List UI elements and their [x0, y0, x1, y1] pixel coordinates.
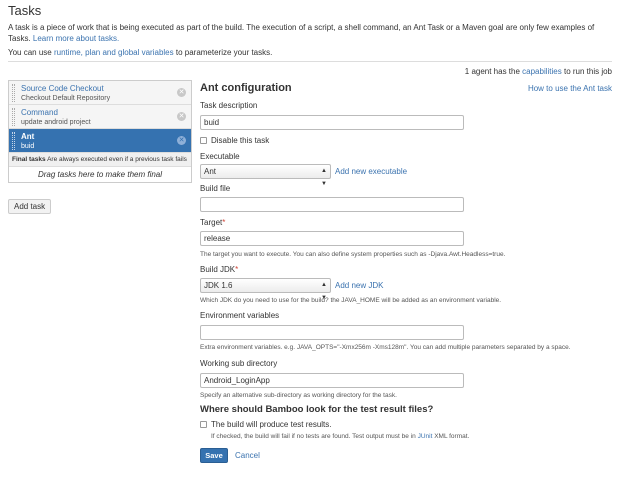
target-input[interactable]: release — [200, 231, 464, 246]
disable-task-label[interactable]: Disable this task — [211, 136, 269, 145]
drag-handle-icon[interactable] — [12, 84, 15, 102]
required-mark: * — [222, 218, 226, 227]
target-help-text: The target you want to execute. You can … — [200, 251, 506, 258]
drag-handle-icon[interactable] — [12, 108, 15, 126]
executable-select[interactable]: Ant ▲ ▼ — [200, 164, 331, 187]
form-title: Ant configuration — [200, 82, 292, 94]
task-description: Checkout Default Repository — [21, 95, 111, 102]
final-tasks-label: Final tasks — [12, 156, 46, 163]
agents-suffix: to run this job — [563, 67, 612, 76]
build-file-label: Build file — [200, 184, 231, 193]
save-button[interactable]: Save — [200, 448, 228, 463]
environment-variables-label: Environment variables — [200, 311, 280, 320]
working-sub-directory-help-text: Specify an alternative sub-directory as … — [200, 392, 397, 399]
test-results-label[interactable]: The build will produce test results. — [211, 420, 332, 429]
help-link[interactable]: How to use the Ant task — [528, 84, 612, 93]
remove-task-icon[interactable]: ✕ — [177, 112, 186, 121]
variables-prefix: You can use — [8, 48, 52, 57]
environment-variables-input[interactable] — [200, 325, 464, 340]
add-new-jdk-link[interactable]: Add new JDK — [335, 281, 383, 290]
executable-value: Ant — [204, 167, 217, 176]
test-results-heading: Where should Bamboo look for the test re… — [200, 404, 434, 415]
disable-task-checkbox[interactable] — [200, 137, 207, 144]
task-item-command[interactable]: Command update android project ✕ — [9, 105, 191, 129]
working-sub-directory-label: Working sub directory — [200, 359, 278, 368]
test-results-help-suffix: XML format. — [434, 433, 470, 440]
junit-link[interactable]: JUnit — [418, 433, 433, 440]
remove-task-icon[interactable]: ✕ — [177, 88, 186, 97]
task-description-input[interactable]: buid — [200, 115, 464, 130]
page-title: Tasks — [8, 3, 42, 18]
variables-text: You can use runtime, plan and global var… — [8, 48, 272, 57]
working-sub-directory-input[interactable]: Android_LoginApp — [200, 373, 464, 388]
remove-task-icon[interactable]: ✕ — [177, 136, 186, 145]
capabilities-link[interactable]: capabilities — [522, 67, 562, 76]
task-item-source-code-checkout[interactable]: Source Code Checkout Checkout Default Re… — [9, 81, 191, 105]
build-jdk-label: Build JDK* — [200, 265, 238, 274]
target-label-text: Target — [200, 218, 223, 227]
variables-link[interactable]: runtime, plan and global variables — [54, 48, 174, 57]
task-description-label: Task description — [200, 101, 258, 110]
test-results-checkbox[interactable] — [200, 421, 207, 428]
test-results-help-prefix: If checked, the build will fail if no te… — [211, 433, 416, 440]
intro-text: A task is a piece of work that is being … — [8, 22, 612, 44]
cancel-link[interactable]: Cancel — [235, 451, 260, 460]
environment-variables-help-text: Extra environment variables. e.g. JAVA_O… — [200, 344, 571, 351]
build-jdk-value: JDK 1.6 — [204, 281, 233, 290]
variables-suffix: to parameterize your tasks. — [175, 48, 273, 57]
divider — [8, 61, 612, 62]
add-new-executable-link[interactable]: Add new executable — [335, 167, 407, 176]
task-list: Source Code Checkout Checkout Default Re… — [8, 80, 192, 183]
agents-capabilities-text: 1 agent has the capabilities to run this… — [465, 67, 612, 76]
final-tasks-note: Are always executed even if a previous t… — [47, 156, 187, 163]
agents-prefix: 1 agent has the — [464, 67, 520, 76]
add-task-button[interactable]: Add task — [8, 199, 52, 214]
build-jdk-help-text: Which JDK do you need to use for the bui… — [200, 297, 502, 304]
final-tasks-drop-zone[interactable]: Drag tasks here to make them final — [9, 167, 191, 182]
task-name[interactable]: Command — [21, 108, 191, 118]
test-results-help-text: If checked, the build will fail if no te… — [211, 433, 469, 440]
learn-more-link[interactable]: Learn more about tasks. — [33, 34, 119, 43]
executable-label: Executable — [200, 152, 240, 161]
target-label: Target* — [200, 218, 225, 227]
build-jdk-select[interactable]: JDK 1.6 ▲ ▼ — [200, 278, 331, 301]
required-mark: * — [235, 265, 239, 274]
final-tasks-bar: Final tasks Are always executed even if … — [9, 153, 191, 167]
task-item-ant[interactable]: Ant buid ✕ — [9, 129, 191, 153]
task-description: buid — [21, 143, 35, 150]
build-file-input[interactable] — [200, 197, 464, 212]
task-name[interactable]: Source Code Checkout — [21, 84, 191, 94]
task-name[interactable]: Ant — [21, 132, 191, 142]
task-description: update android project — [21, 119, 91, 126]
select-arrows-icon: ▲ ▼ — [321, 168, 327, 187]
drag-handle-icon[interactable] — [12, 132, 15, 150]
build-jdk-label-text: Build JDK — [200, 265, 236, 274]
